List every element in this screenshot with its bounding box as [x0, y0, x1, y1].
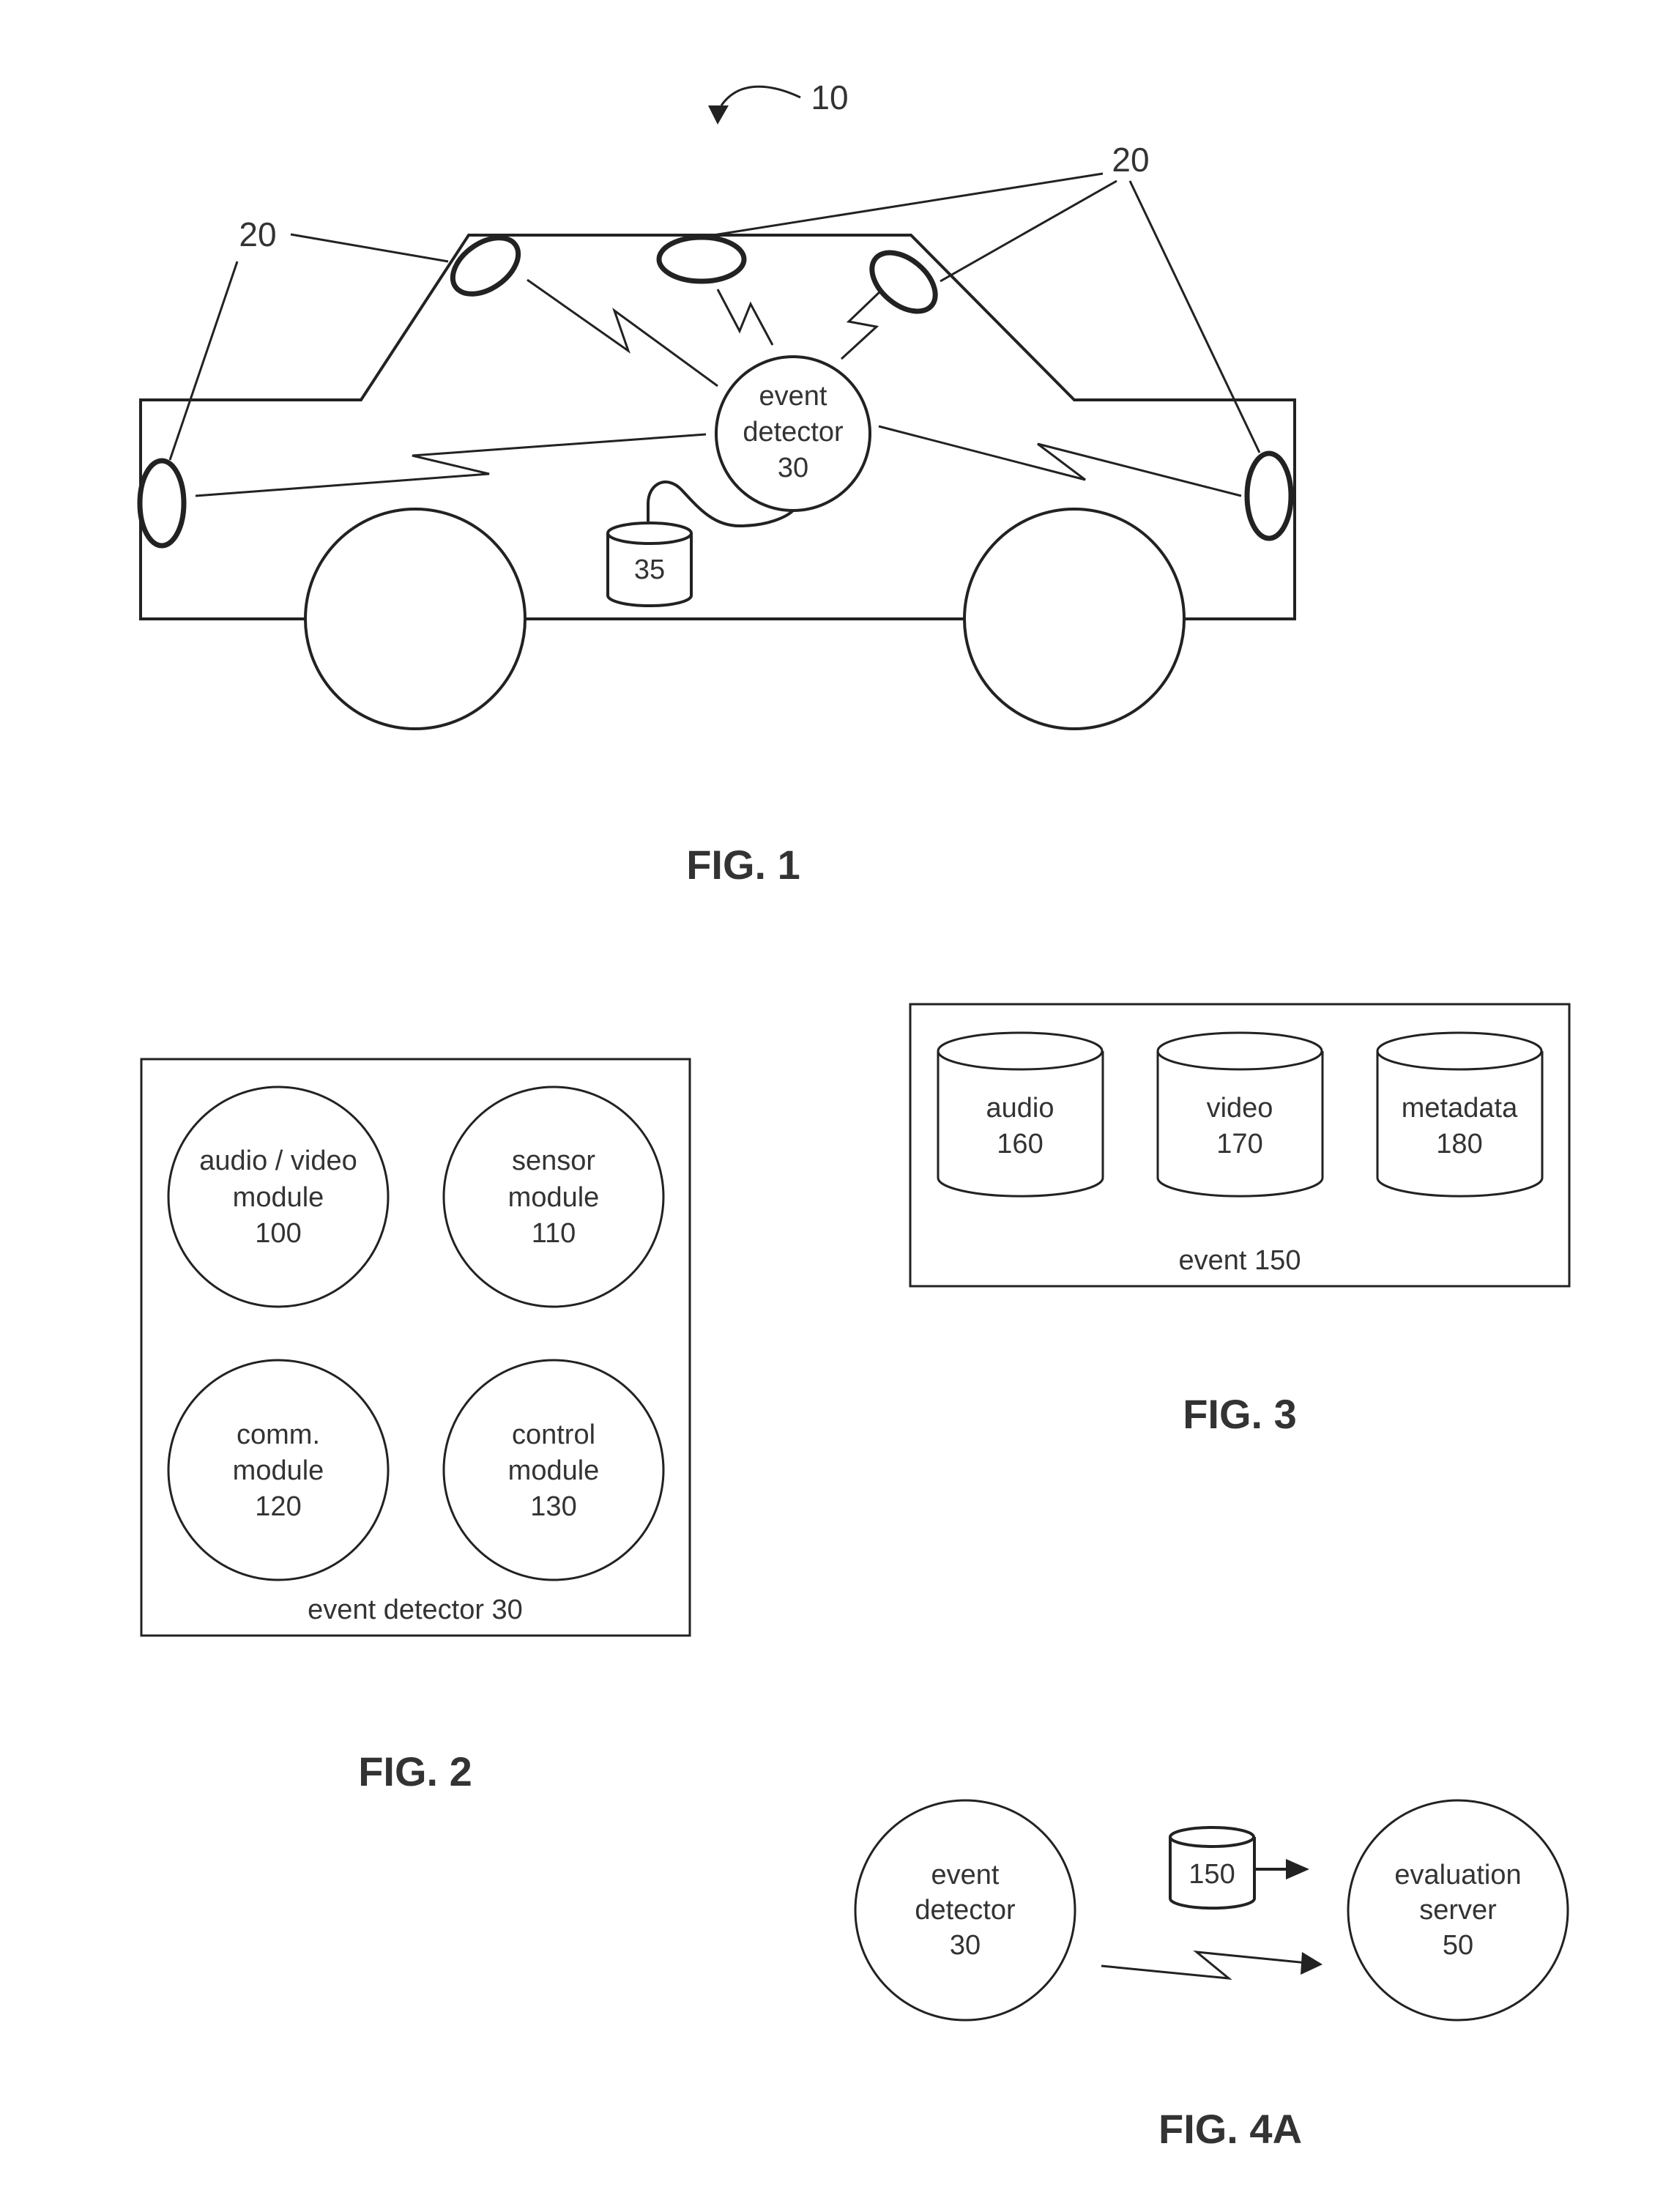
- svg-text:metadata: metadata: [1402, 1093, 1518, 1124]
- svg-text:130: 130: [530, 1491, 576, 1522]
- module-control: control module 130: [442, 1359, 665, 1581]
- wireless-link-left-headlight: [195, 433, 707, 497]
- wireless-links: [195, 278, 1242, 497]
- front-wheel: [304, 508, 527, 730]
- svg-text:module: module: [233, 1455, 324, 1486]
- module-comm: comm. module 120: [167, 1359, 390, 1581]
- target-evaluation-server: evaluation server 50: [1347, 1799, 1569, 2022]
- reference-10: 10: [708, 78, 849, 125]
- svg-text:100: 100: [255, 1218, 301, 1249]
- svg-text:160: 160: [997, 1129, 1043, 1159]
- store-metadata: metadata 180: [1376, 1031, 1544, 1198]
- svg-text:audio: audio: [986, 1093, 1054, 1124]
- storage-label: 35: [634, 554, 665, 585]
- svg-text:event: event: [931, 1860, 1000, 1890]
- camera-ref-right: 20: [1112, 141, 1149, 179]
- figure-1-caption: FIG. 1: [686, 842, 800, 888]
- module-sensor: sensor module 110: [442, 1085, 665, 1308]
- event-detector-line-1: event: [759, 381, 827, 412]
- wireless-link-right-headlight: [878, 425, 1242, 497]
- figure-2-caption: FIG. 2: [358, 1748, 472, 1795]
- wireless-link-roof-right: [840, 288, 884, 360]
- svg-text:module: module: [508, 1455, 600, 1486]
- svg-text:video: video: [1207, 1093, 1273, 1124]
- module-audio-video: audio / video module 100: [167, 1085, 390, 1308]
- camera-ref-left: 20: [239, 215, 276, 253]
- curved-arrow-icon: [720, 85, 801, 106]
- svg-text:module: module: [508, 1182, 600, 1213]
- store-audio: audio 160: [937, 1031, 1104, 1198]
- source-event-detector: event detector 30: [854, 1799, 1076, 2022]
- svg-text:110: 110: [532, 1218, 576, 1249]
- camera-leader-lines: [168, 172, 1261, 461]
- figure-2: audio / video module 100 sensor module 1…: [140, 1058, 691, 1795]
- arrowhead-icon: [1301, 1952, 1323, 1975]
- svg-text:audio / video: audio / video: [199, 1146, 357, 1176]
- storage-35-cylinder: 35: [606, 522, 693, 607]
- camera-roof-left: [450, 235, 521, 297]
- svg-text:server: server: [1419, 1895, 1497, 1926]
- store-video: video 170: [1156, 1031, 1324, 1198]
- wireless-transmission-arrow: [1101, 1951, 1323, 1980]
- wireless-link-roof-center: [716, 289, 774, 346]
- figure-1: 10 20 20 event detector 30 35 FIG. 1: [137, 78, 1296, 888]
- event-container-label: event 150: [1179, 1245, 1301, 1276]
- reference-numeral-10: 10: [811, 78, 848, 116]
- svg-text:120: 120: [255, 1491, 301, 1522]
- arrowhead-icon: [708, 105, 729, 125]
- upload-arrow: [1254, 1859, 1309, 1879]
- patent-drawing-sheet: 10 20 20 event detector 30 35 FIG. 1 aud…: [137, 78, 1571, 2152]
- svg-text:sensor: sensor: [512, 1146, 595, 1176]
- arrowhead-icon: [1286, 1859, 1309, 1879]
- svg-text:30: 30: [950, 1930, 981, 1961]
- payload-event-150: 150: [1169, 1826, 1256, 1910]
- svg-text:control: control: [512, 1419, 595, 1450]
- svg-text:170: 170: [1216, 1129, 1262, 1159]
- rear-wheel: [963, 508, 1186, 730]
- figure-4a: event detector 30 150 evaluation server …: [854, 1799, 1569, 2152]
- figure-4a-caption: FIG. 4A: [1158, 2106, 1302, 2152]
- wireless-link-roof-left: [527, 278, 718, 387]
- svg-text:comm.: comm.: [237, 1419, 320, 1450]
- camera-roof-right: [869, 250, 938, 314]
- svg-text:150: 150: [1188, 1859, 1235, 1890]
- figure-3-caption: FIG. 3: [1183, 1391, 1297, 1437]
- event-detector-line-2: detector: [743, 417, 844, 448]
- camera-roof-center: [656, 234, 747, 284]
- svg-text:180: 180: [1436, 1129, 1482, 1159]
- camera-left-headlight: [137, 458, 187, 549]
- figure-3: audio 160 video 170 metadata 180 event 1…: [909, 1003, 1571, 1437]
- svg-text:detector: detector: [915, 1895, 1016, 1926]
- svg-text:evaluation: evaluation: [1394, 1860, 1521, 1890]
- event-detector-container-label: event detector 30: [308, 1595, 523, 1625]
- event-detector-line-3: 30: [778, 453, 808, 483]
- event-detector-node: event detector 30: [715, 355, 871, 512]
- svg-text:module: module: [233, 1182, 324, 1213]
- camera-right-headlight: [1244, 450, 1294, 541]
- svg-text:50: 50: [1443, 1930, 1473, 1961]
